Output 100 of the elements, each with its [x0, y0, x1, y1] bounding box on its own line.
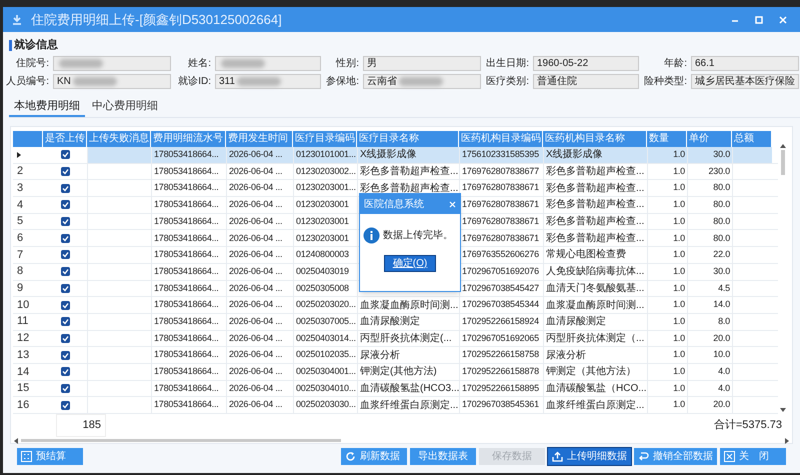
table-cell-text: 178053418664... — [154, 298, 219, 312]
text-field[interactable]: 云南省 — [363, 74, 481, 88]
selected-row-highlight[interactable]: 178053418664... 2026-06-04 ... 01230101001... X线摄影成像 1756102331585395 X线摄影成像 1.0 30.0 — [87, 147, 772, 163]
table-cell-text: 1769762807838677 — [462, 164, 539, 178]
table-cell-text: 1.0 — [673, 164, 685, 178]
checkbox[interactable] — [60, 150, 70, 160]
table-cell-text: 彩色多普勒超声检查... — [546, 182, 644, 196]
scroll-left-icon[interactable] — [13, 438, 18, 444]
text-field[interactable]: 城乡居民基本医疗保险 — [691, 74, 799, 88]
tab[interactable]: 中心费用明细 — [87, 98, 163, 117]
column-header[interactable]: 是否上传 — [43, 131, 87, 147]
text-field[interactable]: 311 — [215, 74, 321, 88]
checkbox[interactable] — [60, 250, 70, 260]
redacted-mark — [59, 58, 103, 68]
close-button[interactable]: 关 闭 — [720, 448, 786, 465]
text-field[interactable]: 1960-05-22 — [533, 56, 639, 70]
text-field[interactable]: 男 — [363, 56, 481, 70]
action-button[interactable]: 撤销全部数据 — [634, 448, 717, 465]
action-button[interactable]: 预结算 — [17, 448, 83, 465]
field-label: 住院号: — [15, 56, 50, 70]
column-header[interactable]: 医疗目录名称 — [357, 131, 459, 147]
checkbox[interactable] — [60, 217, 70, 226]
table-cell-text: 80.0 — [713, 214, 730, 228]
checkbox[interactable] — [60, 400, 70, 410]
row-number: 2 — [17, 164, 24, 180]
table-cell-text: 常规心电图检查费 — [546, 248, 626, 262]
table-cell-text: 2026-06-04 ... — [229, 164, 282, 178]
checkbox[interactable] — [60, 317, 70, 326]
table-cell-text: 00250304010... — [296, 382, 356, 395]
checkbox[interactable] — [60, 334, 70, 343]
app-icon — [11, 14, 23, 26]
text-field[interactable] — [53, 56, 171, 70]
table-cell-text: 2026-06-04 ... — [229, 264, 282, 278]
maximize-icon[interactable] — [754, 14, 764, 24]
column-header[interactable]: 总额 — [732, 131, 772, 147]
table-cell-text: 1702952266158878 — [462, 365, 539, 378]
table-cell-text: 人免疫缺陷病毒抗体... — [546, 264, 644, 280]
checkbox[interactable] — [60, 384, 70, 393]
table-cell-text: 1702967051692065 — [462, 332, 539, 345]
vertical-scrollbar[interactable] — [778, 143, 788, 413]
column-header[interactable]: 单价 — [687, 131, 732, 147]
action-button[interactable]: 导出数据表 — [410, 448, 476, 465]
tab[interactable]: 本地费用明细 — [9, 98, 85, 117]
table-cell-text: 1756102331585395 — [462, 148, 539, 162]
checkbox[interactable] — [60, 234, 70, 243]
checkbox[interactable] — [60, 184, 70, 193]
table-cell-text: 1.0 — [673, 382, 685, 395]
column-header[interactable]: 医药机构目录名称 — [543, 131, 647, 147]
field-label: 参保地: — [325, 74, 360, 88]
column-header[interactable]: 数量 — [647, 131, 687, 147]
table-cell-text: 2026-06-04 ... — [229, 148, 282, 162]
table-cell-text: 00250203020... — [296, 298, 356, 312]
table-cell-text: 20.0 — [713, 332, 730, 345]
close-icon[interactable] — [778, 14, 788, 24]
info-icon — [363, 227, 380, 244]
table-cell-text: 血清碳酸氢盐(HCO3... — [360, 382, 460, 396]
checkbox[interactable] — [60, 367, 70, 376]
text-field[interactable]: KN — [53, 74, 171, 88]
table-cell-text: 2026-06-04 ... — [229, 298, 282, 312]
action-button[interactable]: 刷新数据 — [341, 448, 407, 465]
upload-icon — [552, 451, 563, 462]
table-cell-text: 1702952266158758 — [462, 348, 539, 362]
table-cell-text: 丙型肝炎抗体测定（... — [546, 332, 644, 346]
row-number: 11 — [17, 314, 28, 330]
redacted-mark — [399, 76, 443, 86]
text-field[interactable]: 66.1 — [691, 56, 799, 70]
row-number: 5 — [17, 214, 24, 230]
table-cell-text: 2026-06-04 ... — [229, 348, 282, 362]
ok-button[interactable]: 确定(O) — [385, 256, 435, 271]
redacted-mark — [72, 76, 117, 86]
checkbox[interactable] — [60, 200, 70, 210]
row-number: 10 — [17, 298, 30, 313]
table-cell-text: 血清碳酸氢盐（HCO... — [546, 382, 647, 396]
table-cell-text: 00250305008 — [296, 282, 349, 295]
table-cell-text: 8.0 — [718, 314, 730, 328]
checkbox[interactable] — [60, 350, 70, 360]
table-cell-text: 80.0 — [713, 181, 730, 194]
column-header[interactable]: 费用发生时间 — [226, 131, 293, 147]
checkbox[interactable] — [60, 167, 70, 176]
column-header[interactable]: 医疗目录编码 — [293, 131, 357, 147]
row-number: 4 — [17, 198, 24, 213]
table-cell-text: 01230101001... — [296, 148, 356, 162]
column-header[interactable]: 费用明细流水号 — [151, 131, 226, 147]
table-cell-text: 00250203030... — [296, 398, 356, 412]
text-field[interactable]: 普通住院 — [533, 74, 639, 88]
action-button[interactable]: 上传明细数据 — [548, 448, 631, 465]
text-field[interactable] — [215, 56, 321, 70]
table-cell-text: 1.0 — [673, 248, 685, 262]
table-cell-text: 彩色多普勒超声检查... — [546, 164, 644, 180]
refresh-icon — [345, 451, 356, 462]
scroll-down-icon[interactable] — [780, 408, 786, 413]
scroll-up-icon[interactable] — [780, 143, 786, 148]
checkbox[interactable] — [60, 300, 70, 310]
column-header[interactable]: 上传失败消息 — [87, 131, 151, 147]
close-icon[interactable] — [449, 200, 456, 208]
scroll-right-icon[interactable] — [785, 438, 790, 444]
table-cell-text: 178053418664... — [154, 348, 219, 362]
checkbox[interactable] — [60, 267, 70, 276]
checkbox[interactable] — [60, 284, 70, 293]
column-header[interactable]: 医药机构目录编码 — [459, 131, 543, 147]
